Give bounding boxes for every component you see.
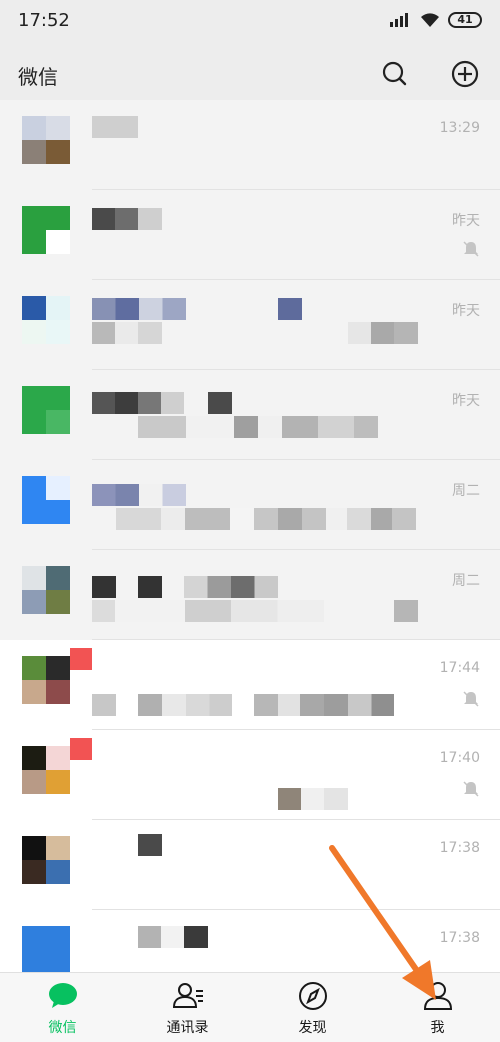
blurred-message bbox=[394, 600, 418, 622]
tab-discover[interactable]: 发现 bbox=[250, 973, 375, 1042]
tab-bar: 微信 通讯录 发现 我 bbox=[0, 972, 500, 1042]
blurred-name bbox=[138, 834, 162, 856]
battery-indicator: 41 bbox=[448, 12, 482, 28]
plus-circle-icon bbox=[451, 60, 479, 88]
avatar bbox=[22, 836, 70, 884]
mute-bell-icon bbox=[463, 691, 479, 707]
avatar bbox=[22, 746, 70, 794]
avatar bbox=[22, 566, 70, 614]
status-bar: 17:52 41 bbox=[0, 0, 500, 45]
blurred-message bbox=[278, 788, 348, 810]
avatar bbox=[22, 386, 70, 434]
tab-label: 通讯录 bbox=[166, 1020, 209, 1036]
chat-row[interactable]: 周二 bbox=[0, 460, 500, 550]
tab-me[interactable]: 我 bbox=[375, 973, 500, 1042]
chat-time: 周二 bbox=[452, 573, 480, 589]
tab-label: 我 bbox=[430, 1020, 445, 1036]
blurred-name bbox=[92, 576, 116, 598]
chat-row[interactable]: 17:38 bbox=[0, 820, 500, 910]
page-title: 微信 bbox=[18, 65, 58, 89]
contacts-icon bbox=[172, 983, 203, 1008]
chat-bubble-icon bbox=[48, 983, 77, 1008]
chat-row[interactable]: 昨天 bbox=[0, 370, 500, 460]
compass-icon bbox=[298, 982, 327, 1010]
status-icons: 41 bbox=[390, 12, 482, 28]
chat-time: 17:38 bbox=[439, 930, 480, 946]
blurred-name bbox=[92, 484, 186, 506]
wifi-icon bbox=[421, 13, 439, 27]
blurred-name bbox=[92, 392, 184, 414]
blurred-name bbox=[92, 298, 186, 320]
chat-row[interactable]: 周二 bbox=[0, 550, 500, 640]
search-button[interactable] bbox=[378, 57, 412, 91]
chat-time: 周二 bbox=[452, 483, 480, 499]
signal-icon bbox=[390, 13, 408, 27]
chat-time: 17:44 bbox=[439, 660, 480, 676]
add-button[interactable] bbox=[448, 57, 482, 91]
chat-time: 13:29 bbox=[439, 120, 480, 136]
blurred-name bbox=[92, 208, 162, 230]
chat-list: 13:29 昨天 昨天 昨天 周二 周二 17:44 17:40 17:38 1… bbox=[0, 100, 500, 972]
avatar bbox=[22, 656, 70, 704]
blurred-name bbox=[184, 576, 278, 598]
chat-time: 昨天 bbox=[452, 213, 480, 229]
status-time: 17:52 bbox=[18, 10, 70, 31]
blurred-message bbox=[116, 508, 416, 530]
tab-label: 发现 bbox=[298, 1020, 327, 1036]
search-icon bbox=[382, 61, 407, 86]
blurred-name bbox=[138, 926, 208, 948]
tab-chats[interactable]: 微信 bbox=[0, 973, 125, 1042]
blurred-message bbox=[254, 694, 394, 716]
chat-time: 昨天 bbox=[452, 303, 480, 319]
avatar bbox=[22, 296, 70, 344]
blurred-message bbox=[138, 416, 378, 438]
chat-time: 17:38 bbox=[439, 840, 480, 856]
blurred-name bbox=[278, 298, 302, 320]
chat-row[interactable]: 17:40 bbox=[0, 730, 500, 820]
unread-badge bbox=[70, 648, 92, 670]
chat-time: 昨天 bbox=[452, 393, 480, 409]
blurred-name bbox=[138, 576, 162, 598]
avatar bbox=[22, 926, 70, 972]
chat-row[interactable]: 13:29 bbox=[0, 100, 500, 190]
blurred-message bbox=[92, 322, 162, 344]
blurred-message bbox=[92, 600, 324, 622]
chat-row[interactable]: 昨天 bbox=[0, 280, 500, 370]
avatar bbox=[22, 206, 70, 254]
blurred-name bbox=[208, 392, 232, 414]
chat-row[interactable]: 昨天 bbox=[0, 190, 500, 280]
mute-bell-icon bbox=[463, 781, 479, 797]
blurred-message bbox=[348, 322, 418, 344]
chat-time: 17:40 bbox=[439, 750, 480, 766]
tab-label: 微信 bbox=[48, 1020, 77, 1036]
tab-contacts[interactable]: 通讯录 bbox=[125, 973, 250, 1042]
unread-badge bbox=[70, 738, 92, 760]
chat-row[interactable]: 17:38 bbox=[0, 910, 500, 972]
blurred-name bbox=[92, 116, 138, 138]
avatar bbox=[22, 116, 70, 164]
person-icon bbox=[423, 982, 452, 1010]
avatar bbox=[22, 476, 70, 524]
mute-bell-icon bbox=[463, 241, 479, 257]
chat-row[interactable]: 17:44 bbox=[0, 640, 500, 730]
blurred-message bbox=[92, 694, 232, 716]
nav-bar: 微信 bbox=[0, 45, 500, 103]
